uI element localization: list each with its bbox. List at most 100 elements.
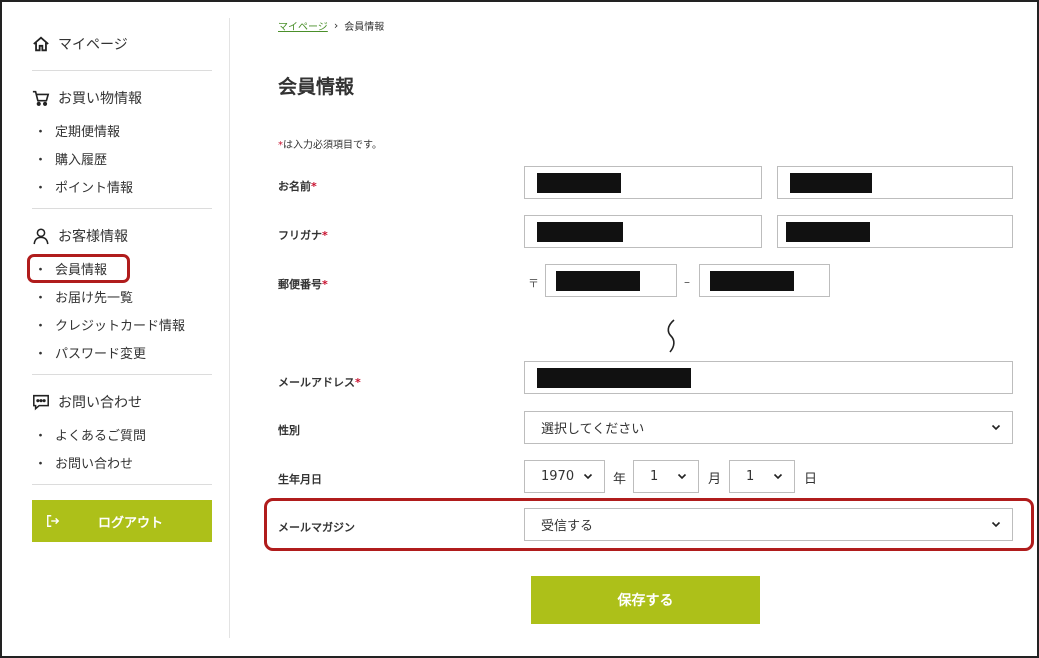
user-icon <box>33 228 49 245</box>
omission-squiggle <box>667 319 675 353</box>
mail-magazine-select[interactable]: 受信する <box>524 508 1013 541</box>
birth-day-value: 1 <box>746 469 755 484</box>
bullet: ・ <box>34 290 48 306</box>
redacted-value <box>537 368 691 388</box>
birth-month-select[interactable]: 1 <box>633 460 699 493</box>
birthdate-label: 生年月日 <box>278 473 322 486</box>
page-title: 会員情報 <box>278 76 355 98</box>
bullet: ・ <box>34 152 48 168</box>
day-unit: 日 <box>804 472 818 487</box>
active-item-highlight <box>27 254 130 283</box>
breadcrumb: マイページ › 会員情報 <box>278 18 384 33</box>
sidebar-item-label: パスワード変更 <box>55 346 147 362</box>
gender-label: 性別 <box>278 424 300 437</box>
divider <box>32 70 212 71</box>
name-label: お名前* <box>278 178 317 194</box>
bullet: ・ <box>34 456 48 472</box>
bullet: ・ <box>34 428 48 444</box>
bullet: ・ <box>34 318 48 334</box>
label-text: 郵便番号 <box>278 278 322 291</box>
postal-code-first-input[interactable] <box>545 264 677 297</box>
last-name-kana-input[interactable] <box>524 215 762 248</box>
chevron-down-icon <box>677 473 687 480</box>
birth-year-value: 1970 <box>541 469 575 484</box>
required-star: * <box>355 376 361 389</box>
divider <box>32 374 212 375</box>
label-text: お名前 <box>278 180 311 193</box>
chevron-down-icon <box>991 424 1001 431</box>
sidebar-section-contact: お問い合わせ <box>32 390 212 414</box>
redacted-value <box>537 222 623 242</box>
gender-select[interactable]: 選択してください <box>524 411 1013 444</box>
year-unit: 年 <box>613 472 627 487</box>
required-star: * <box>311 180 317 193</box>
sidebar-item-label: マイページ <box>58 37 128 53</box>
breadcrumb-separator: › <box>333 19 339 32</box>
sidebar-item-points[interactable]: ・ポイント情報 <box>32 172 212 200</box>
breadcrumb-current: 会員情報 <box>344 22 385 33</box>
label-text: メールアドレス <box>278 376 355 389</box>
first-name-input[interactable] <box>777 166 1013 199</box>
logout-button[interactable]: ログアウト <box>32 500 212 542</box>
sidebar-item-addresses[interactable]: ・お届け先一覧 <box>32 282 212 310</box>
bullet: ・ <box>34 180 48 196</box>
section-title: お客様情報 <box>58 229 128 245</box>
last-name-input[interactable] <box>524 166 762 199</box>
redacted-value <box>710 271 794 291</box>
save-button[interactable]: 保存する <box>531 576 760 624</box>
logout-label: ログアウト <box>98 515 164 531</box>
sidebar-divider <box>229 18 230 638</box>
birth-month-value: 1 <box>650 469 659 484</box>
sidebar-item-label: 定期便情報 <box>55 124 121 140</box>
required-star: * <box>322 229 328 242</box>
sidebar-item-label: お届け先一覧 <box>55 290 134 306</box>
sidebar-section-customer: お客様情報 <box>32 224 212 248</box>
logout-icon <box>47 515 60 527</box>
breadcrumb-link-mypage[interactable]: マイページ <box>278 18 328 33</box>
sidebar-item-faq[interactable]: ・よくあるご質問 <box>32 420 212 448</box>
mail-magazine-value: 受信する <box>541 519 594 534</box>
bullet: ・ <box>34 346 48 362</box>
sidebar-item-label: 購入履歴 <box>55 152 108 168</box>
sidebar-item-label: お問い合わせ <box>55 456 134 472</box>
sidebar-item-label: よくあるご質問 <box>55 428 147 444</box>
redacted-value <box>537 173 621 193</box>
bullet: ・ <box>34 124 48 140</box>
sidebar-item-credit-card[interactable]: ・クレジットカード情報 <box>32 310 212 338</box>
sidebar-item-subscription[interactable]: ・定期便情報 <box>32 116 212 144</box>
birth-day-select[interactable]: 1 <box>729 460 795 493</box>
label-text: フリガナ <box>278 229 322 242</box>
sidebar-item-contact[interactable]: ・お問い合わせ <box>32 448 212 476</box>
sidebar-item-password[interactable]: ・パスワード変更 <box>32 338 212 366</box>
postal-code-second-input[interactable] <box>699 264 830 297</box>
sidebar: マイページ お買い物情報 ・定期便情報 ・購入履歴 ・ポイント情報 お客様情報 … <box>32 18 212 485</box>
sidebar-section-shopping: お買い物情報 <box>32 86 212 110</box>
home-icon <box>33 36 49 52</box>
required-note-text: は入力必須項目です。 <box>283 140 382 151</box>
divider <box>32 484 212 485</box>
cart-icon <box>32 90 50 106</box>
furigana-label: フリガナ* <box>278 227 328 243</box>
postal-dash: – <box>684 275 690 289</box>
birth-year-select[interactable]: 1970 <box>524 460 605 493</box>
redacted-value <box>790 173 872 193</box>
chat-icon <box>33 394 49 411</box>
sidebar-item-purchase-history[interactable]: ・購入履歴 <box>32 144 212 172</box>
required-star: * <box>322 278 328 291</box>
chevron-down-icon <box>583 473 593 480</box>
redacted-value <box>556 271 640 291</box>
sidebar-item-label: ポイント情報 <box>55 180 134 196</box>
sidebar-item-mypage[interactable]: マイページ <box>32 32 212 56</box>
section-title: お買い物情報 <box>58 91 142 107</box>
mail-magazine-label: メールマガジン <box>278 521 355 534</box>
email-input[interactable] <box>524 361 1013 394</box>
email-label: メールアドレス* <box>278 374 361 390</box>
chevron-down-icon <box>991 521 1001 528</box>
month-unit: 月 <box>708 472 722 487</box>
sidebar-item-label: クレジットカード情報 <box>55 318 186 334</box>
section-title: お問い合わせ <box>58 395 142 411</box>
required-note: *は入力必須項目です。 <box>278 136 382 151</box>
divider <box>32 208 212 209</box>
first-name-kana-input[interactable] <box>777 215 1013 248</box>
redacted-value <box>786 222 870 242</box>
